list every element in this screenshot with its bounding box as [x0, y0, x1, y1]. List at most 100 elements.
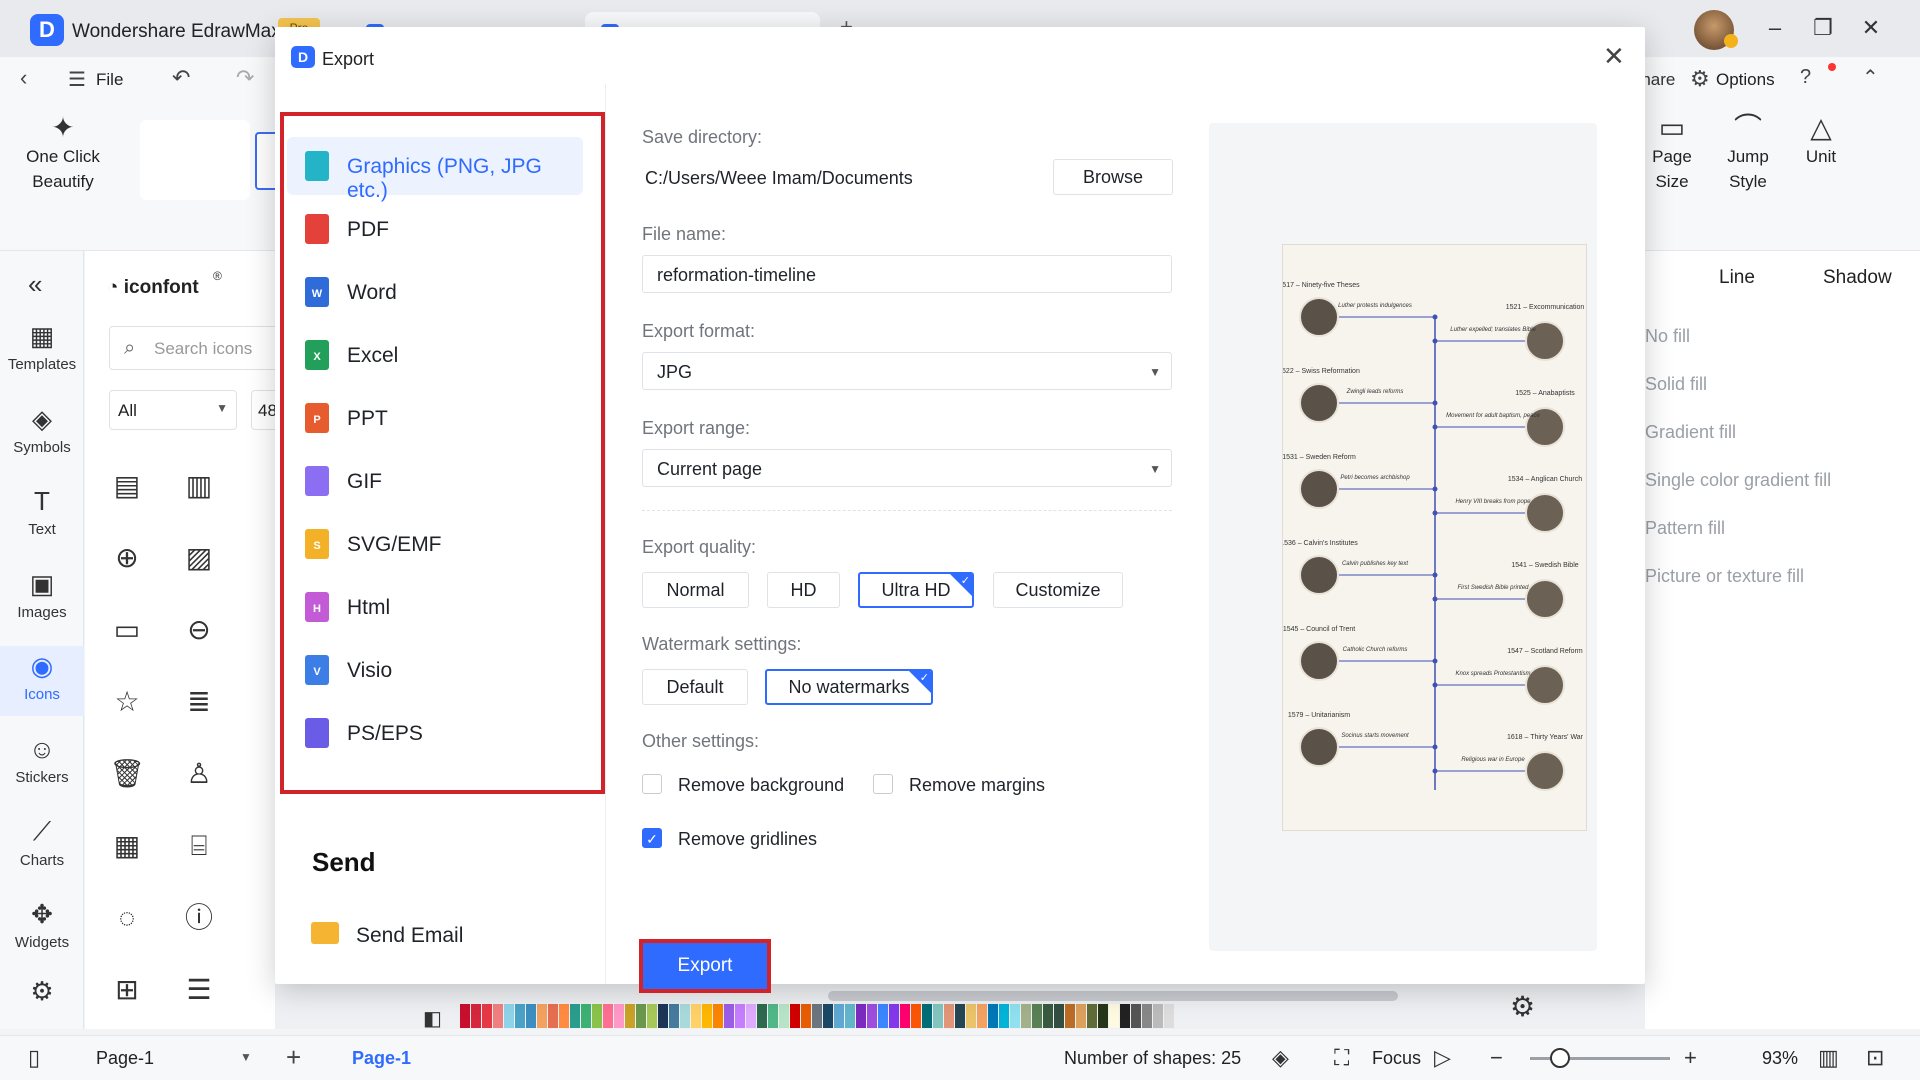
tab-line[interactable]: Line	[1719, 267, 1755, 289]
color-swatch[interactable]	[1164, 1004, 1174, 1028]
color-swatch[interactable]	[460, 1004, 470, 1028]
page-selector[interactable]: Page-1	[96, 1048, 154, 1069]
color-swatch[interactable]	[1142, 1004, 1152, 1028]
color-swatch[interactable]	[1109, 1004, 1119, 1028]
chevron-down-icon[interactable]: ▼	[240, 1050, 252, 1064]
search-input[interactable]: ⌕ Search icons	[109, 326, 299, 370]
window-close-icon[interactable]: ✕	[1851, 12, 1891, 44]
category-filter[interactable]: All ▼	[109, 390, 237, 430]
color-swatch[interactable]	[1120, 1004, 1130, 1028]
bar-chart-icon[interactable]: ▥	[179, 466, 219, 506]
undo-icon[interactable]: ↶	[172, 65, 190, 91]
color-swatch[interactable]	[812, 1004, 822, 1028]
color-swatch[interactable]	[1131, 1004, 1141, 1028]
color-swatch[interactable]	[680, 1004, 690, 1028]
redo-icon[interactable]: ↷	[236, 65, 254, 91]
color-swatch[interactable]	[845, 1004, 855, 1028]
zoom-out-icon[interactable]: −	[1490, 1045, 1503, 1071]
format-gif[interactable]: GIF	[287, 452, 583, 510]
rail-item-widgets[interactable]: ✥ Widgets	[0, 899, 84, 951]
color-swatch[interactable]	[999, 1004, 1009, 1028]
send-email-button[interactable]: Send Email	[305, 910, 585, 960]
export-format-select[interactable]: JPG ▼	[642, 352, 1172, 390]
one-click-beautify-button[interactable]: ✦ One Click Beautify	[20, 114, 106, 194]
file-icon[interactable]: ▭	[107, 610, 147, 650]
page-size-button[interactable]: ▭ Page Size	[1642, 114, 1702, 194]
color-swatch[interactable]	[1010, 1004, 1020, 1028]
image-icon[interactable]: ▨	[179, 538, 219, 578]
color-swatch[interactable]	[724, 1004, 734, 1028]
fill-option[interactable]: Gradient fill	[1645, 422, 1736, 443]
chevron-up-icon[interactable]: ⌃	[1862, 65, 1879, 90]
layers-icon[interactable]: ◈	[1272, 1045, 1289, 1071]
fill-option[interactable]: Picture or texture fill	[1645, 566, 1804, 587]
color-swatch[interactable]	[526, 1004, 536, 1028]
horizontal-scrollbar[interactable]	[828, 991, 1398, 1001]
color-swatch[interactable]	[823, 1004, 833, 1028]
color-swatch[interactable]	[801, 1004, 811, 1028]
watermark-none-button[interactable]: No watermarks ✓	[765, 669, 933, 705]
color-swatch[interactable]	[922, 1004, 932, 1028]
layout-icon[interactable]: ▤	[107, 466, 147, 506]
play-icon[interactable]: ▷	[1434, 1045, 1451, 1071]
color-swatch[interactable]	[603, 1004, 613, 1028]
color-swatch[interactable]	[1065, 1004, 1075, 1028]
alert-icon[interactable]: ⓘ	[179, 898, 219, 938]
zoom-level[interactable]: 93%	[1762, 1048, 1798, 1069]
color-swatch[interactable]	[515, 1004, 525, 1028]
restore-icon[interactable]: ❐	[1803, 12, 1843, 44]
color-swatch[interactable]	[1021, 1004, 1031, 1028]
format-svg-emf[interactable]: S SVG/EMF	[287, 515, 583, 573]
remove-background-checkbox[interactable]: Remove background	[642, 772, 844, 798]
color-swatch[interactable]	[966, 1004, 976, 1028]
focus-icon[interactable]: ⛶	[1334, 1045, 1349, 1071]
rail-item-text[interactable]: T Text	[0, 486, 84, 538]
focus-button[interactable]: Focus	[1372, 1048, 1421, 1069]
rail-settings[interactable]: ⚙	[0, 976, 84, 1011]
format-pdf[interactable]: PDF	[287, 200, 583, 258]
color-swatch[interactable]	[658, 1004, 668, 1028]
color-swatch[interactable]	[548, 1004, 558, 1028]
rail-item-templates[interactable]: ▦ Templates	[0, 321, 84, 373]
jump-style-button[interactable]: ⌒ Jump Style	[1718, 114, 1778, 194]
rail-item-stickers[interactable]: ☺ Stickers	[0, 734, 84, 786]
quality-normal-button[interactable]: Normal	[642, 572, 749, 608]
paint-bucket-icon[interactable]: ◧	[423, 1006, 442, 1031]
menu-icon[interactable]: ☰	[68, 67, 86, 92]
color-swatch[interactable]	[493, 1004, 503, 1028]
rail-item-charts[interactable]: ⟋ Charts	[0, 816, 84, 869]
fit-page-icon[interactable]: ⊡	[1866, 1045, 1884, 1071]
color-swatch[interactable]	[636, 1004, 646, 1028]
fill-option[interactable]: Single color gradient fill	[1645, 470, 1831, 491]
page-panel-icon[interactable]: ▯	[28, 1045, 40, 1071]
close-icon[interactable]: ✕	[1603, 41, 1625, 72]
color-swatch[interactable]	[757, 1004, 767, 1028]
color-swatch[interactable]	[1032, 1004, 1042, 1028]
color-swatch[interactable]	[900, 1004, 910, 1028]
minimize-icon[interactable]: –	[1755, 12, 1795, 44]
color-swatch[interactable]	[988, 1004, 998, 1028]
fill-option[interactable]: Solid fill	[1645, 374, 1707, 395]
color-swatch[interactable]	[768, 1004, 778, 1028]
color-swatch[interactable]	[911, 1004, 921, 1028]
color-swatch[interactable]	[471, 1004, 481, 1028]
color-swatch[interactable]	[1087, 1004, 1097, 1028]
layout-preset-card[interactable]	[140, 120, 250, 200]
color-swatch[interactable]	[834, 1004, 844, 1028]
color-swatch[interactable]	[889, 1004, 899, 1028]
document-list-icon[interactable]: ☰	[179, 970, 219, 1010]
color-swatch[interactable]	[779, 1004, 789, 1028]
color-swatch[interactable]	[933, 1004, 943, 1028]
collapse-panel-icon[interactable]: «	[28, 269, 42, 300]
color-swatch[interactable]	[504, 1004, 514, 1028]
color-swatch[interactable]	[1153, 1004, 1163, 1028]
export-button[interactable]: Export	[643, 943, 767, 989]
star-icon[interactable]: ☆	[107, 682, 147, 722]
color-swatch[interactable]	[669, 1004, 679, 1028]
browse-button[interactable]: Browse	[1053, 159, 1173, 195]
color-swatch[interactable]	[581, 1004, 591, 1028]
file-menu[interactable]: File	[96, 70, 123, 90]
rail-item-images[interactable]: ▣ Images	[0, 569, 84, 621]
file-name-input[interactable]: reformation-timeline	[642, 255, 1172, 293]
format-html[interactable]: H Html	[287, 578, 583, 636]
